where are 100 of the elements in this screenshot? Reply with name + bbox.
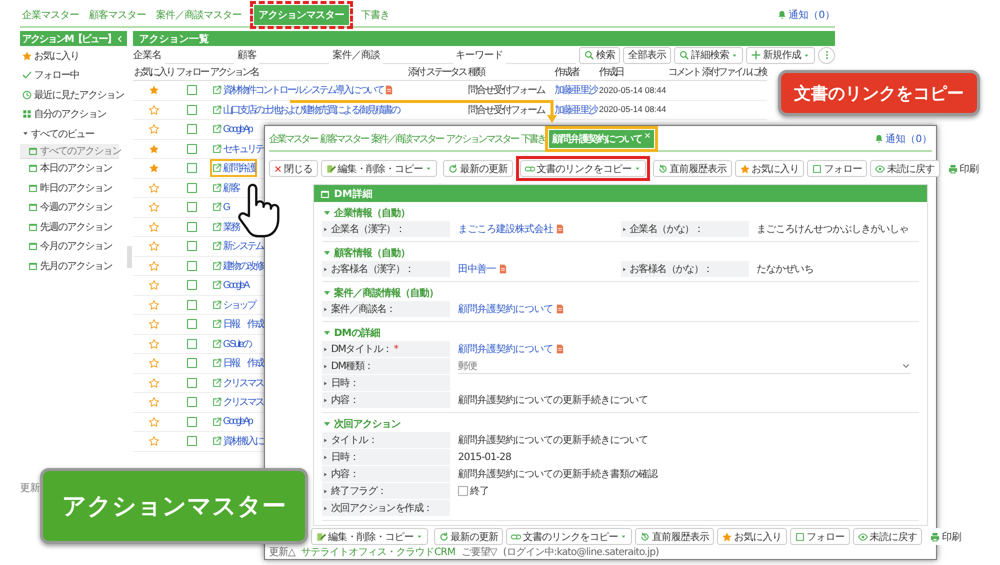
sidebar-item[interactable]: 昨日のアクション xyxy=(20,178,127,198)
nav-tab[interactable]: 顧客マスター xyxy=(320,130,368,148)
open-icon[interactable] xyxy=(212,222,222,232)
action-link[interactable]: セキュリテ xyxy=(223,142,263,156)
sidebar-item[interactable]: 自分のアクション xyxy=(20,104,127,124)
document-icon[interactable] xyxy=(555,224,565,234)
star-outline-icon[interactable] xyxy=(149,222,159,232)
collapse-handle[interactable] xyxy=(127,246,132,268)
nav-tab[interactable]: 案件／商談マスター xyxy=(371,130,443,148)
sidebar-item[interactable]: 今月のアクション xyxy=(20,236,127,256)
open-icon[interactable] xyxy=(212,338,222,349)
follow-checkbox[interactable] xyxy=(187,280,197,290)
author-link[interactable]: 加藤亜里沙 xyxy=(554,85,597,96)
follow-checkbox[interactable] xyxy=(187,222,197,232)
sidebar-item[interactable]: 本日のアクション xyxy=(20,158,127,178)
author-link[interactable]: 加藤亜里沙 xyxy=(554,104,597,116)
action-link[interactable]: クリスマス xyxy=(223,376,263,390)
sidebar-item[interactable]: 最近に見たアクション xyxy=(20,85,127,104)
toolbar-button[interactable]: 直前履歴表示 xyxy=(635,528,714,545)
action-link[interactable]: 顧問弁護 xyxy=(223,161,255,176)
sidebar-item[interactable]: 先月のアクション xyxy=(20,256,127,276)
field-link[interactable]: 顧問弁護契約について xyxy=(458,342,553,356)
toolbar-button[interactable]: 閉じる xyxy=(269,160,318,177)
action-link[interactable]: 資材搬入に xyxy=(223,434,263,448)
action-link[interactable]: GoogleAp xyxy=(223,416,252,427)
follow-checkbox[interactable] xyxy=(187,319,197,330)
select-field[interactable]: 郵便 xyxy=(458,358,911,374)
more-button[interactable] xyxy=(818,46,835,64)
follow-checkbox[interactable] xyxy=(187,260,197,271)
toolbar-button[interactable]: 未読に戻す xyxy=(870,160,940,177)
open-icon[interactable] xyxy=(212,241,222,252)
toolbar-button[interactable]: フォロー xyxy=(807,160,867,177)
open-icon[interactable] xyxy=(212,358,222,368)
action-link[interactable]: 顧客 xyxy=(223,180,239,195)
star-icon[interactable] xyxy=(149,144,159,154)
action-link[interactable]: 資材物件コントロールシステム導入について xyxy=(223,83,383,98)
open-icon[interactable] xyxy=(212,280,222,290)
follow-checkbox[interactable] xyxy=(187,397,197,408)
star-outline-icon[interactable] xyxy=(149,378,159,388)
nav-tab[interactable]: 下書き xyxy=(521,130,545,148)
star-outline-icon[interactable] xyxy=(149,300,159,310)
open-icon[interactable] xyxy=(212,124,222,134)
star-outline-icon[interactable] xyxy=(149,319,159,330)
action-link[interactable]: 新システム xyxy=(223,239,263,254)
follow-checkbox[interactable] xyxy=(187,436,197,446)
toolbar-button[interactable]: 最新の更新 xyxy=(434,528,503,545)
follow-checkbox[interactable] xyxy=(187,163,197,174)
open-icon[interactable] xyxy=(212,163,222,174)
follow-checkbox[interactable] xyxy=(187,124,197,134)
follow-checkbox[interactable] xyxy=(187,338,197,349)
field-link[interactable]: 田中善一 xyxy=(458,262,496,276)
field-link[interactable]: 顧問弁護契約について xyxy=(458,302,553,316)
sidebar-group[interactable]: すべてのビュー xyxy=(20,124,127,144)
sidebar-item[interactable]: お気に入り xyxy=(20,46,127,66)
toolbar-button[interactable]: 未読に戻す xyxy=(852,528,922,545)
collapse-icon[interactable] xyxy=(116,34,124,42)
open-icon[interactable] xyxy=(212,202,222,212)
action-link[interactable]: GoogleAp xyxy=(223,124,252,134)
notification-link[interactable]: 通知（0） xyxy=(886,132,932,146)
toolbar-button[interactable]: フォロー xyxy=(790,528,850,545)
follow-checkbox[interactable] xyxy=(187,378,197,388)
action-link[interactable]: Google A xyxy=(223,280,248,290)
open-icon[interactable] xyxy=(212,416,222,426)
follow-checkbox[interactable] xyxy=(187,182,197,193)
update-link[interactable]: 更新△ xyxy=(269,545,296,559)
sidebar-item[interactable]: 今週のアクション xyxy=(20,198,127,217)
document-icon[interactable] xyxy=(555,304,565,314)
nav-tab[interactable]: 下書き xyxy=(359,6,392,24)
close-icon[interactable] xyxy=(644,132,651,139)
action-link[interactable]: 日報 作成 xyxy=(223,356,263,370)
nav-tab[interactable]: 企業マスター xyxy=(20,6,81,24)
action-link[interactable]: G xyxy=(223,202,229,212)
follow-checkbox[interactable] xyxy=(187,241,197,252)
document-icon[interactable] xyxy=(498,264,508,274)
document-icon[interactable] xyxy=(555,344,565,354)
action-link[interactable]: 業務 xyxy=(223,220,239,234)
toolbar-button[interactable]: 最新の更新 xyxy=(443,160,512,177)
star-icon[interactable] xyxy=(149,163,159,174)
star-outline-icon[interactable] xyxy=(149,436,159,446)
sidebar-item[interactable]: すべてのアクション xyxy=(20,144,119,158)
toolbar-button[interactable]: 文書のリンクをコピー xyxy=(520,160,646,177)
request-link[interactable]: ご要望▽ xyxy=(461,545,497,559)
toolbar-button[interactable]: 詳細検索 xyxy=(674,46,743,64)
toolbar-button[interactable]: お気に入り xyxy=(734,160,804,177)
star-outline-icon[interactable] xyxy=(149,104,159,115)
sidebar-item[interactable]: 先週のアクション xyxy=(20,217,127,236)
open-icon[interactable] xyxy=(212,436,222,446)
nav-tab[interactable]: 案件／商談マスター xyxy=(154,6,244,24)
open-icon[interactable] xyxy=(212,378,222,388)
follow-checkbox[interactable] xyxy=(187,300,197,310)
open-icon[interactable] xyxy=(212,144,222,154)
field-link[interactable]: まごころ建設株式会社 xyxy=(458,222,553,236)
toolbar-button[interactable]: お気に入り xyxy=(717,528,786,545)
open-icon[interactable] xyxy=(212,104,222,115)
star-outline-icon[interactable] xyxy=(149,358,159,368)
toolbar-button[interactable]: 検索 xyxy=(579,46,620,64)
star-icon[interactable] xyxy=(149,85,159,96)
toolbar-button[interactable]: 全部表示 xyxy=(623,46,671,64)
toolbar-button[interactable]: 新規作成 xyxy=(746,46,815,64)
star-outline-icon[interactable] xyxy=(149,124,159,134)
